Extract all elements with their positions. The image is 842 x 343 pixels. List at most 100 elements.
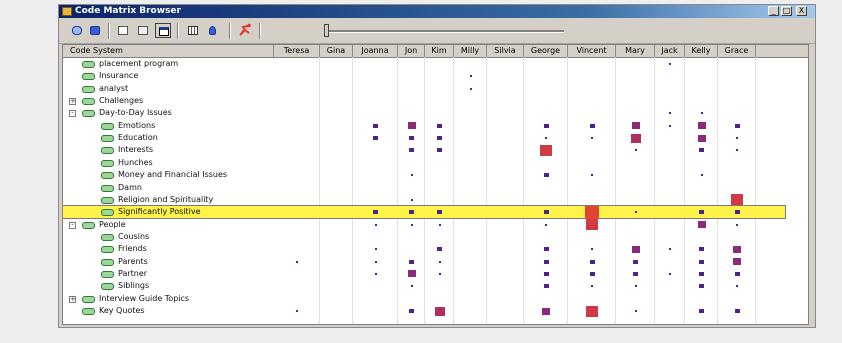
matrix-cell-marker[interactable] — [734, 271, 740, 276]
matrix-cell-marker[interactable] — [409, 148, 414, 153]
expand-toggle[interactable]: + — [69, 98, 76, 106]
matrix-cell-marker[interactable] — [591, 137, 593, 140]
column-header[interactable]: George — [524, 45, 568, 57]
open-button[interactable] — [69, 23, 85, 38]
column-header[interactable]: Gina — [320, 45, 353, 57]
column-header[interactable]: Vincent — [568, 45, 616, 57]
matrix-cell-marker[interactable] — [409, 309, 414, 313]
matrix-cell-marker[interactable] — [540, 144, 552, 156]
matrix-cell-marker[interactable] — [700, 174, 703, 177]
run-button[interactable] — [237, 23, 253, 38]
matrix-cell-marker[interactable] — [699, 309, 704, 313]
matrix-cell-marker[interactable] — [373, 123, 378, 128]
code-system-header[interactable]: Code System — [63, 45, 274, 57]
matrix-cell-marker[interactable] — [437, 123, 442, 128]
minimize-button[interactable]: _ — [768, 6, 779, 16]
paste-button[interactable] — [135, 23, 151, 38]
matrix-cell-marker[interactable] — [542, 307, 550, 315]
matrix-row[interactable]: Partner — [63, 268, 785, 280]
matrix-cell-marker[interactable] — [437, 210, 442, 215]
matrix-cell-marker[interactable] — [589, 271, 595, 276]
matrix-cell-marker[interactable] — [634, 285, 637, 288]
pin-button[interactable] — [205, 23, 221, 38]
maximize-button[interactable]: □ — [781, 6, 792, 16]
matrix-cell-marker[interactable] — [699, 247, 704, 252]
matrix-cell-marker[interactable] — [591, 285, 593, 288]
matrix-cell-marker[interactable] — [633, 271, 638, 276]
matrix-cell-marker[interactable] — [731, 194, 743, 206]
matrix-row[interactable]: Parents — [63, 256, 785, 268]
copy-button[interactable] — [115, 23, 131, 38]
matrix-cell-marker[interactable] — [410, 285, 413, 288]
matrix-cell-marker[interactable] — [734, 123, 740, 128]
matrix-cell-marker[interactable] — [586, 305, 598, 317]
matrix-cell-marker[interactable] — [634, 211, 637, 214]
matrix-cell-marker[interactable] — [296, 310, 298, 312]
column-header[interactable]: Milly — [454, 45, 487, 57]
matrix-row[interactable]: Education — [63, 132, 785, 144]
matrix-cell-marker[interactable] — [373, 210, 378, 215]
matrix-cell-marker[interactable] — [669, 112, 671, 115]
matrix-cell-marker[interactable] — [697, 221, 706, 229]
matrix-cell-marker[interactable] — [373, 136, 378, 141]
title-bar[interactable]: Code Matrix Browser _ □ X — [59, 5, 815, 18]
matrix-row[interactable]: Insurance — [63, 70, 785, 82]
matrix-cell-marker[interactable] — [434, 306, 445, 316]
column-header[interactable]: Mary — [616, 45, 655, 57]
matrix-cell-marker[interactable] — [591, 174, 593, 177]
window-button[interactable] — [155, 23, 171, 38]
matrix-cell-marker[interactable] — [699, 284, 704, 289]
column-header[interactable]: Teresa — [274, 45, 320, 57]
matrix-cell-marker[interactable] — [374, 260, 377, 263]
matrix-cell-marker[interactable] — [697, 122, 706, 130]
matrix-cell-marker[interactable] — [736, 223, 738, 226]
collapse-toggle[interactable]: - — [69, 221, 76, 229]
matrix-cell-marker[interactable] — [410, 174, 413, 177]
matrix-cell-marker[interactable] — [409, 210, 414, 215]
matrix-cell-marker[interactable] — [409, 259, 414, 264]
matrix-row[interactable]: Siblings — [63, 280, 785, 292]
column-header[interactable]: Joanna — [353, 45, 398, 57]
matrix-cell-marker[interactable] — [669, 63, 671, 65]
slider-thumb[interactable] — [324, 24, 329, 37]
matrix-cell-marker[interactable] — [437, 247, 442, 252]
matrix-cell-marker[interactable] — [699, 210, 704, 215]
column-header[interactable]: Jack — [655, 45, 685, 57]
matrix-cell-marker[interactable] — [589, 123, 595, 128]
matrix-cell-marker[interactable] — [630, 133, 641, 143]
matrix-cell-marker[interactable] — [438, 223, 441, 226]
column-header[interactable]: Silvia — [487, 45, 524, 57]
matrix-row[interactable]: Significantly Positive — [63, 205, 786, 220]
slider-track[interactable] — [324, 30, 564, 33]
column-header[interactable]: Jon — [398, 45, 425, 57]
matrix-cell-marker[interactable] — [591, 248, 593, 251]
close-button[interactable]: X — [796, 6, 807, 16]
matrix-row[interactable]: Religion and Spirituality — [63, 194, 785, 206]
expand-toggle[interactable]: + — [69, 295, 76, 303]
matrix-cell-marker[interactable] — [469, 75, 472, 78]
matrix-cell-marker[interactable] — [699, 259, 704, 264]
matrix-cell-marker[interactable] — [634, 149, 637, 152]
matrix-cell-marker[interactable] — [589, 259, 595, 264]
matrix-cell-marker[interactable] — [699, 271, 704, 276]
camera-button[interactable] — [87, 23, 103, 38]
column-header[interactable]: Kelly — [685, 45, 718, 57]
matrix-cell-marker[interactable] — [669, 272, 671, 275]
matrix-cell-marker[interactable] — [374, 223, 377, 226]
matrix-cell-marker[interactable] — [543, 271, 549, 276]
matrix-row[interactable]: Hunches — [63, 157, 785, 169]
matrix-cell-marker[interactable] — [586, 219, 598, 231]
matrix-cell-marker[interactable] — [543, 173, 549, 178]
matrix-cell-marker[interactable] — [545, 223, 547, 226]
matrix-row[interactable]: + Challenges — [63, 95, 785, 107]
column-header[interactable]: Kim — [425, 45, 454, 57]
matrix-row[interactable]: Emotions — [63, 120, 785, 132]
matrix-cell-marker[interactable] — [409, 136, 414, 141]
matrix-cell-marker[interactable] — [437, 148, 442, 153]
column-header[interactable]: Grace — [718, 45, 756, 57]
matrix-cell-marker[interactable] — [736, 149, 738, 152]
collapse-toggle[interactable]: - — [69, 110, 76, 118]
matrix-cell-marker[interactable] — [543, 247, 549, 252]
matrix-cell-marker[interactable] — [669, 124, 671, 127]
matrix-cell-marker[interactable] — [736, 137, 738, 140]
